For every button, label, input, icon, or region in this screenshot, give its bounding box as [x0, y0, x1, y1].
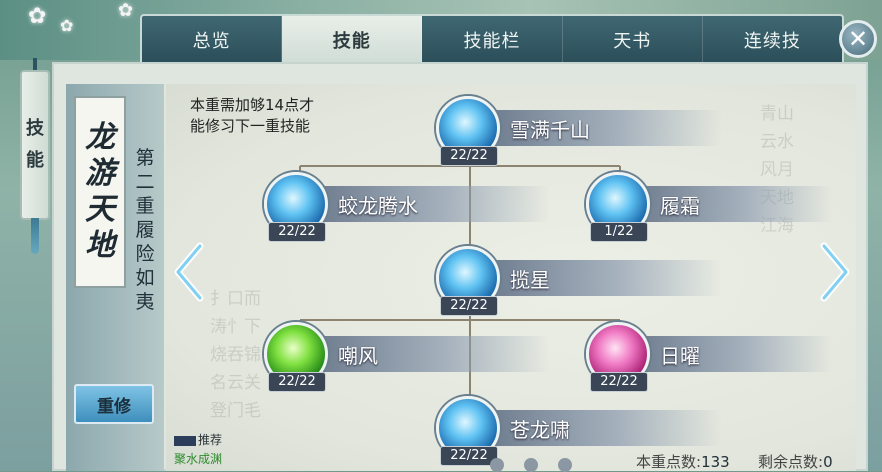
tier-subtitle: 第 二 重 履 险 如 夷: [130, 146, 160, 326]
page-dot[interactable]: [490, 458, 504, 472]
tab-skill-bar[interactable]: 技能栏: [422, 16, 563, 64]
skill-name-bar: [622, 186, 832, 222]
current-points-label: 本重点数:: [636, 453, 702, 471]
skill-node[interactable]: 履霜 1/22: [584, 172, 844, 242]
side-tag-char: 技: [26, 118, 44, 139]
skill-node[interactable]: 雪满千山 22/22: [434, 96, 734, 166]
recommend-value: 聚水成渊: [174, 452, 223, 466]
blossom-icon: ✿: [28, 4, 47, 29]
skill-level: 22/22: [440, 296, 498, 316]
close-icon: ✕: [847, 25, 869, 53]
skill-node[interactable]: 嘲风 22/22: [262, 322, 562, 392]
school-title-char: 地: [85, 228, 115, 263]
side-tag-tassel: [31, 218, 39, 254]
remaining-points-label: 剩余点数:: [758, 453, 824, 471]
tab-combo[interactable]: 连续技: [703, 16, 842, 64]
tab-bar: 总览 技能 技能栏 天书 连续技: [140, 14, 844, 64]
skill-level: 22/22: [268, 222, 326, 242]
school-title-scroll: 龙 游 天 地: [74, 96, 126, 288]
remaining-points: 剩余点数:0: [758, 451, 833, 472]
school-title-char: 龙: [85, 120, 115, 155]
recommend-label: 推荐: [174, 431, 222, 448]
blossom-icon: ✿: [118, 0, 134, 21]
skill-level: 22/22: [590, 372, 648, 392]
chevron-left-icon[interactable]: [172, 240, 206, 304]
side-tag-char: 能: [26, 150, 44, 171]
skill-name: 揽星: [510, 268, 550, 292]
school-title-char: 天: [85, 192, 115, 227]
calligraphy-watermark: 扌口而 涛忄下 烧吞锦 名云关 登门毛: [210, 289, 261, 421]
tier-subtitle-char: 夷: [135, 291, 155, 313]
blossom-icon: ✿: [60, 16, 74, 35]
skill-name: 雪满千山: [510, 118, 590, 142]
remaining-points-value: 0: [823, 453, 833, 471]
tab-skills[interactable]: 技能: [282, 16, 423, 64]
tier-subtitle-char: 履: [135, 219, 155, 241]
page-indicator: [490, 458, 572, 472]
redo-button[interactable]: 重修: [74, 384, 154, 424]
current-points: 本重点数:133: [636, 451, 730, 472]
book-icon: [174, 435, 196, 446]
chevron-right-icon[interactable]: [818, 240, 852, 304]
tier-subtitle-char: 二: [135, 171, 155, 193]
requirement-line: 能修习下一重技能: [190, 117, 311, 135]
page-dot[interactable]: [558, 458, 572, 472]
skill-name: 嘲风: [338, 344, 378, 368]
skill-name: 蛟龙腾水: [338, 194, 418, 218]
close-button[interactable]: ✕: [839, 20, 877, 58]
requirement-line: 本重需加够14点才: [190, 96, 315, 114]
skill-node[interactable]: 揽星 22/22: [434, 246, 734, 316]
tier-subtitle-char: 第: [135, 147, 155, 169]
tab-heavenly-book[interactable]: 天书: [563, 16, 703, 64]
school-title-char: 游: [85, 156, 115, 191]
skill-level: 1/22: [590, 222, 648, 242]
recommend-text: 推荐: [198, 433, 223, 447]
skill-node[interactable]: 蛟龙腾水 22/22: [262, 172, 562, 242]
side-tag-skills[interactable]: 技 能: [20, 70, 50, 220]
tier-subtitle-char: 险: [135, 243, 155, 265]
current-points-value: 133: [701, 453, 730, 471]
skill-level: 22/22: [268, 372, 326, 392]
skill-name: 日曜: [660, 344, 700, 368]
tab-overview[interactable]: 总览: [142, 16, 283, 64]
tier-subtitle-char: 重: [135, 195, 155, 217]
skill-name: 苍龙啸: [510, 418, 570, 442]
skill-name-bar: [622, 336, 832, 372]
requirement-note: 本重需加够14点才 能修习下一重技能: [190, 95, 314, 137]
tier-subtitle-char: 如: [135, 267, 155, 289]
skill-level: 22/22: [440, 146, 498, 166]
skill-name: 履霜: [660, 194, 700, 218]
page-dot[interactable]: [524, 458, 538, 472]
skill-node[interactable]: 日曜 22/22: [584, 322, 844, 392]
